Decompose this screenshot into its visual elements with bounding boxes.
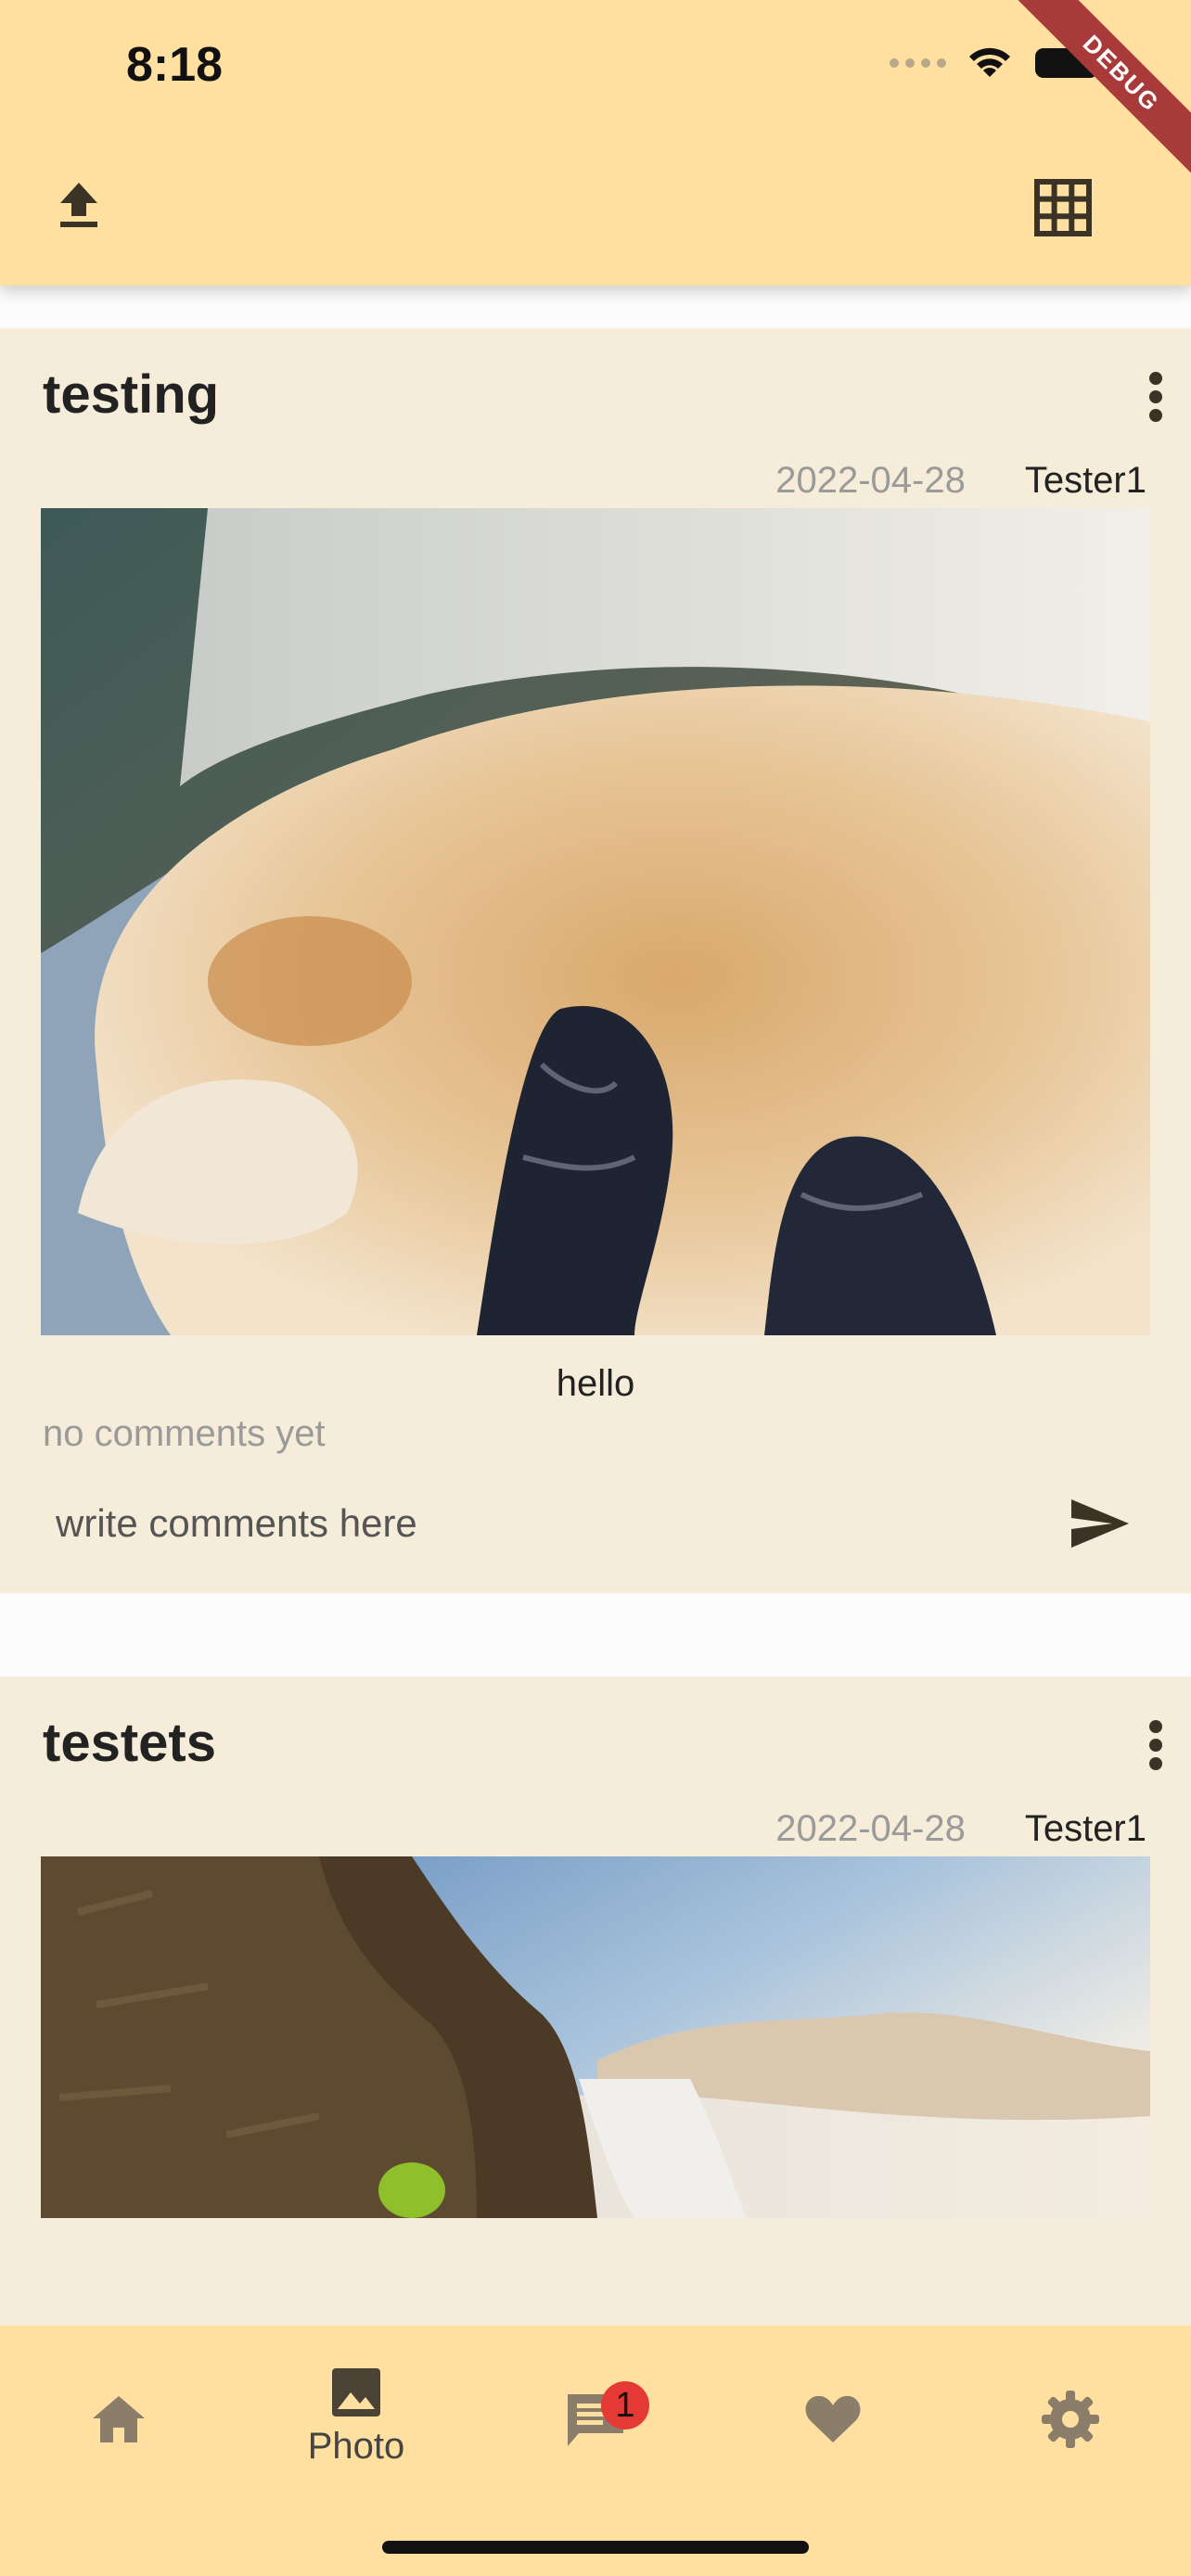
post-author: Tester1 [1024, 460, 1146, 501]
wifi-icon [969, 47, 1010, 77]
cellular-signal-icon [890, 58, 946, 68]
heart-icon [805, 2395, 861, 2442]
nav-photo[interactable]: Photo [273, 2363, 440, 2493]
nav-favorites[interactable] [749, 2363, 916, 2493]
comments-status: no comments yet [43, 1413, 326, 1454]
post-meta: 2022-04-28 Tester1 [775, 1808, 1146, 1850]
home-indicator [382, 2541, 809, 2554]
debug-banner: DEBUG [998, 0, 1191, 197]
dog-photo-image [41, 508, 1150, 1335]
grid-view-icon [1034, 179, 1092, 236]
nav-chat[interactable]: 1 [512, 2363, 679, 2493]
image-icon [332, 2368, 380, 2417]
home-icon [93, 2396, 145, 2442]
post-card: testing 2022-04-28 Tester1 hello no comm… [0, 328, 1191, 1593]
bottom-navigation: Photo 1 [0, 2326, 1191, 2576]
post-author: Tester1 [1024, 1808, 1146, 1849]
waterfall-photo-image [41, 1856, 1150, 2218]
app-header: 8:18 DEBUG [0, 0, 1191, 286]
grid-view-button[interactable] [1028, 172, 1098, 243]
send-icon [1071, 1499, 1129, 1548]
settings-icon [1042, 2391, 1099, 2448]
send-comment-button[interactable] [1063, 1491, 1137, 1556]
upload-button[interactable] [46, 172, 111, 237]
post-date: 2022-04-28 [775, 460, 966, 501]
status-time: 8:18 [126, 38, 224, 92]
comment-input[interactable] [43, 1476, 1059, 1571]
post-photo[interactable] [41, 508, 1150, 1335]
post-options-button[interactable] [1137, 1715, 1174, 1775]
post-date: 2022-04-28 [775, 1808, 966, 1849]
post-title: testing [43, 364, 220, 425]
more-vert-icon [1149, 372, 1162, 422]
nav-home[interactable] [35, 2363, 202, 2493]
nav-photo-label: Photo [307, 2426, 405, 2467]
chat-unread-badge: 1 [601, 2381, 649, 2429]
post-photo[interactable] [41, 1856, 1150, 2218]
post-caption: hello [556, 1363, 635, 1404]
nav-settings[interactable] [987, 2363, 1154, 2493]
more-vert-icon [1149, 1720, 1162, 1770]
post-meta: 2022-04-28 Tester1 [775, 460, 1146, 502]
upload-icon [60, 183, 97, 227]
comment-composer [43, 1476, 1148, 1571]
post-title: testets [43, 1713, 216, 1773]
post-options-button[interactable] [1137, 367, 1174, 427]
